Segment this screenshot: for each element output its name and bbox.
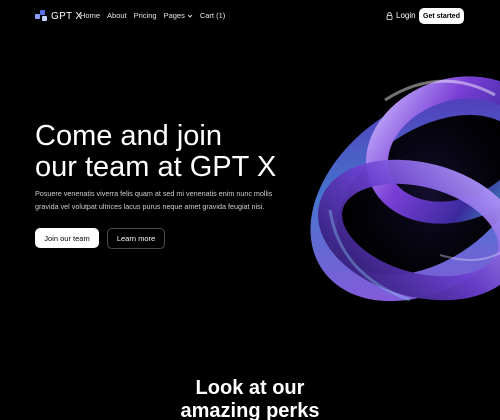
site-header: GPT X Home About Pricing Pages Cart (1) …	[0, 0, 500, 32]
nav-item-pages[interactable]: Pages	[164, 11, 193, 20]
hero-title-line-1: Come and join	[35, 120, 222, 152]
nav-item-home[interactable]: Home	[80, 11, 100, 20]
login-link[interactable]: Login	[386, 11, 416, 20]
lock-icon	[386, 11, 393, 20]
hero-title-line-2: our team at GPT X	[35, 151, 277, 183]
logo-icon	[35, 10, 47, 21]
learn-more-button[interactable]: Learn more	[107, 228, 165, 249]
chevron-down-icon	[187, 14, 193, 18]
perks-title-line-2: amazing perks	[180, 400, 320, 420]
nav-item-cart[interactable]: Cart (1)	[200, 11, 225, 20]
login-label: Login	[396, 11, 416, 20]
page: GPT X Home About Pricing Pages Cart (1) …	[0, 0, 500, 420]
main-nav: Home About Pricing Pages Cart (1)	[80, 11, 225, 20]
hero-description: Posuere venenatis viverra felis quam at …	[35, 189, 273, 211]
hero-title: Come and join our team at GPT X	[35, 121, 315, 183]
perks-section-title: Look at our amazing perks	[0, 377, 500, 420]
perks-title-line-1: Look at our	[195, 377, 305, 399]
hero-torus-art	[310, 60, 500, 320]
brand-logo[interactable]: GPT X	[35, 10, 82, 22]
get-started-button[interactable]: Get started	[419, 8, 464, 24]
nav-item-pages-label: Pages	[163, 11, 185, 20]
nav-item-pricing[interactable]: Pricing	[134, 11, 157, 20]
brand-name: GPT X	[51, 10, 83, 22]
nav-item-about[interactable]: About	[107, 11, 127, 20]
join-our-team-button[interactable]: Join our team	[35, 228, 99, 248]
